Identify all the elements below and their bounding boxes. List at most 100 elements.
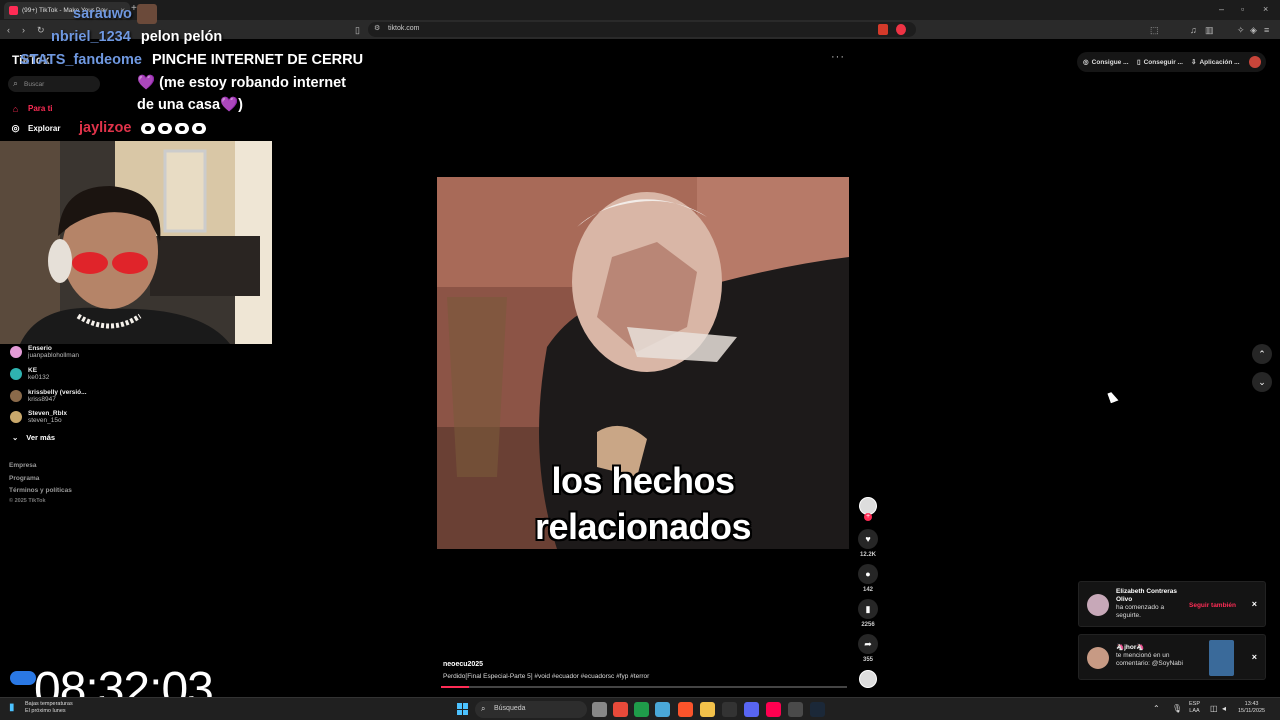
brave-rewards-icon[interactable] <box>896 24 906 35</box>
site-info-icon[interactable]: ⚙ <box>374 23 380 35</box>
network-icon[interactable]: ◫ <box>1210 704 1218 713</box>
footer-link-terminos[interactable]: Términos y políticas <box>9 487 72 494</box>
video-progress-bar[interactable] <box>441 686 847 688</box>
language-line: LAA <box>1189 708 1200 714</box>
footer-link-empresa[interactable]: Empresa <box>9 462 36 469</box>
desktop-app-label: Aplicación ... <box>1199 58 1240 66</box>
comment-button[interactable]: ● <box>858 564 878 584</box>
nav-item-para-ti[interactable]: ⌂ Para ti <box>10 103 53 114</box>
chat-username: nbriel_1234 <box>51 29 131 45</box>
following-item[interactable]: krissbelly (versió... kriss8947 <box>10 389 87 403</box>
follow-plus-icon[interactable]: + <box>864 513 872 521</box>
video-player[interactable]: los hechos relacionados <box>437 177 849 549</box>
media-icon[interactable]: ♫ <box>1190 24 1197 36</box>
see-more-button[interactable]: ⌄ Ver más <box>12 433 55 442</box>
video-progress-fill <box>441 686 470 688</box>
share-icon: ➦ <box>864 638 872 649</box>
chevron-up-icon: ⌃ <box>1258 348 1266 359</box>
close-notification-button[interactable]: × <box>1252 599 1257 609</box>
notification-name: Elizabeth Contreras Olivo <box>1116 588 1178 603</box>
leo-icon[interactable]: ✧ <box>1237 24 1245 36</box>
notification-mention[interactable]: 🦄jhor🦄 te mencionó en un comentario: @So… <box>1078 634 1266 680</box>
notification-name: 🦄jhor🦄 <box>1116 644 1145 651</box>
close-notification-button[interactable]: × <box>1252 652 1257 662</box>
taskbar-search-label: Búsqueda <box>494 705 526 712</box>
next-video-button[interactable]: ⌄ <box>1252 372 1272 392</box>
chat-message: PINCHE INTERNET DE CERRU <box>151 52 364 68</box>
following-username: steven_15o <box>28 417 62 424</box>
menu-icon[interactable]: ≡ <box>1264 24 1269 36</box>
steam-icon[interactable] <box>810 702 825 717</box>
brave-shields-icon[interactable] <box>878 24 888 35</box>
chat-message-tail: ) <box>238 97 243 113</box>
video-thumbnail[interactable] <box>1209 640 1234 676</box>
following-item[interactable]: Enserio juanpablohollman <box>10 345 79 359</box>
taskbar-search[interactable]: ⌕ Búsqueda <box>475 701 587 718</box>
excel-icon[interactable] <box>634 702 649 717</box>
url-text: tiktok.com <box>388 25 420 32</box>
tiktok-app-icon[interactable] <box>766 702 781 717</box>
language-indicator[interactable]: ESP LAA <box>1189 701 1200 715</box>
bookmark-page-icon[interactable]: ▯ <box>355 24 360 36</box>
discord-icon[interactable] <box>744 702 759 717</box>
like-button[interactable]: ♥ <box>858 529 878 549</box>
close-window-button[interactable]: × <box>1263 4 1268 14</box>
music-disc-avatar[interactable] <box>859 670 877 688</box>
profile-avatar[interactable] <box>1249 56 1261 68</box>
following-name: krissbelly (versió... <box>28 389 87 396</box>
task-view-icon[interactable] <box>592 702 607 717</box>
weather-icon[interactable]: ▮ <box>9 702 15 713</box>
following-name: Enserio <box>28 345 52 352</box>
tray-chevron-icon[interactable]: ⌃ <box>1153 704 1160 713</box>
maximize-button[interactable]: ▫ <box>1241 4 1244 14</box>
desktop-app-button[interactable]: ⇩ Aplicación ... <box>1188 54 1243 70</box>
chat-message: (me estoy robando internet <box>159 75 347 91</box>
start-button[interactable] <box>457 703 469 715</box>
minimize-button[interactable]: – <box>1219 4 1224 14</box>
brave-icon[interactable] <box>678 702 693 717</box>
chat-username: sarauwo <box>73 6 132 22</box>
forward-icon[interactable]: › <box>22 24 25 36</box>
taskbar-clock[interactable]: 13:43 15/11/2025 <box>1238 701 1265 715</box>
file-explorer-icon[interactable] <box>700 702 715 717</box>
footer-link-programa[interactable]: Programa <box>9 475 39 482</box>
following-item[interactable]: Steven_Rblx steven_15o <box>10 410 67 424</box>
volume-icon[interactable]: ◂ <box>1222 704 1226 713</box>
taskbar-date: 15/11/2025 <box>1238 708 1266 714</box>
previous-video-button[interactable]: ⌃ <box>1252 344 1272 364</box>
notification-follow[interactable]: Elizabeth Contreras Olivo ha comenzado a… <box>1078 581 1266 627</box>
video-author[interactable]: neoecu2025 <box>443 661 483 668</box>
follow-back-button[interactable]: Seguir también <box>1189 602 1236 609</box>
compass-icon: ◎ <box>11 123 20 133</box>
app-icon[interactable] <box>655 702 670 717</box>
avatar <box>10 390 22 402</box>
weather-widget[interactable]: Bajas temperaturas El próximo lunes <box>25 701 73 715</box>
phone-icon: ▯ <box>1137 59 1141 66</box>
back-icon[interactable]: ‹ <box>7 24 10 36</box>
avatar <box>10 411 22 423</box>
screen: (99+) TikTok - Make Your Day × + – ▫ × ‹… <box>0 0 1280 720</box>
address-bar[interactable]: ⚙ tiktok.com <box>368 22 916 37</box>
app-icon[interactable] <box>613 702 628 717</box>
get-coins-button[interactable]: ◎ Consigue ... <box>1080 54 1132 70</box>
nav-label-para-ti: Para ti <box>28 104 53 113</box>
search-input[interactable] <box>24 79 96 89</box>
mic-icon[interactable]: 🎙 <box>1172 704 1182 713</box>
extension-icon[interactable]: ⬚ <box>1150 24 1159 36</box>
obs-icon[interactable] <box>788 702 803 717</box>
search-box[interactable]: ⌕ <box>8 76 100 92</box>
share-button[interactable]: ➦ <box>858 634 878 654</box>
bookmark-icon: ▮ <box>865 603 871 614</box>
reload-icon[interactable]: ↻ <box>37 24 45 36</box>
capcut-icon[interactable] <box>722 702 737 717</box>
nav-item-explorar[interactable]: ◎ Explorar <box>10 123 61 134</box>
sidebar-icon[interactable]: ▥ <box>1205 24 1214 36</box>
bookmark-button[interactable]: ▮ <box>858 599 878 619</box>
get-app-button[interactable]: ▯ Conseguir ... <box>1134 54 1186 70</box>
chat-line: de una casa💜) <box>137 96 243 113</box>
following-item[interactable]: KE ke0132 <box>10 367 49 381</box>
browser-tab-bar: (99+) TikTok - Make Your Day × + – ▫ × <box>0 0 1280 20</box>
tiktok-favicon-icon <box>9 6 18 15</box>
more-options-icon[interactable]: ··· <box>831 51 845 63</box>
vpn-icon[interactable]: ◈ <box>1250 24 1257 36</box>
